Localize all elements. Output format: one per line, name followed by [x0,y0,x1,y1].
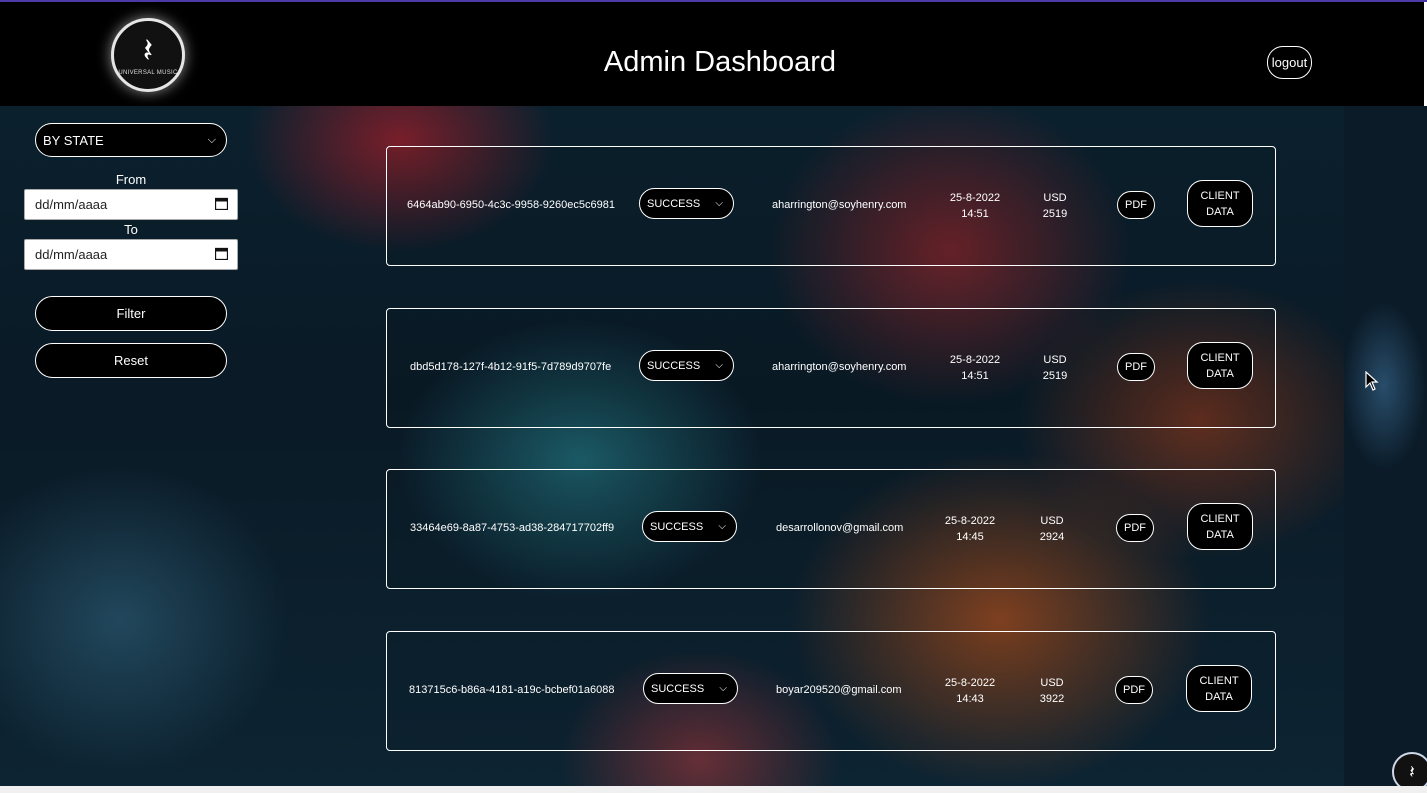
client-data-line1: CLIENT [1200,351,1240,364]
order-amount-value: 2519 [1042,208,1068,220]
order-card: 813715c6-b86a-4181-a19c-bcbef01a6088 SUC… [386,631,1276,751]
order-id: 33464e69-8a87-4753-ad38-284717702ff9 [410,522,615,534]
order-date-day: 25-8-2022 [944,677,996,689]
state-select-value: BY STATE [43,132,104,148]
status-value: SUCCESS [650,520,704,533]
status-select[interactable]: SUCCESS ⌵ [639,350,734,381]
client-data-line2: DATA [1206,528,1234,541]
order-currency: USD [1043,192,1067,204]
order-email: aharrington@soyhenry.com [772,361,907,373]
client-data-line1: CLIENT [1200,189,1240,202]
chevron-down-icon: ⌵ [715,360,723,371]
order-date-day: 25-8-2022 [944,515,996,527]
client-data-button[interactable]: CLIENT DATA [1186,665,1252,712]
order-email: boyar209520@gmail.com [776,684,902,696]
client-data-line1: CLIENT [1199,674,1239,687]
status-select[interactable]: SUCCESS ⌵ [639,188,734,219]
logout-button[interactable]: logout [1267,46,1312,79]
to-date-placeholder: dd/mm/aaaa [35,247,108,262]
from-date-input[interactable]: dd/mm/aaaa [24,189,238,220]
order-date: 25-8-2022 14:51 [949,352,1001,384]
client-data-line2: DATA [1205,690,1233,703]
pdf-button[interactable]: PDF [1117,353,1155,381]
order-date: 25-8-2022 14:45 [944,513,996,545]
order-amount: USD 3922 [1036,675,1068,707]
calendar-icon[interactable] [215,247,228,260]
chevron-down-icon: ⌵ [718,521,726,532]
client-data-button[interactable]: CLIENT DATA [1187,342,1253,389]
order-date: 25-8-2022 14:51 [949,190,1001,222]
order-id: 6464ab90-6950-4c3c-9958-9260ec5c6981 [407,199,615,211]
order-amount-value: 2924 [1039,531,1065,543]
page-title: Admin Dashboard [603,46,837,78]
order-currency: USD [1040,677,1064,689]
client-data-line1: CLIENT [1200,512,1240,525]
mouse-pointer-icon [1365,371,1379,391]
from-date-placeholder: dd/mm/aaaa [35,197,108,212]
status-value: SUCCESS [651,682,705,695]
pdf-button[interactable]: PDF [1116,514,1154,542]
order-date: 25-8-2022 14:43 [944,675,996,707]
order-amount: USD 2924 [1036,513,1068,545]
top-header: 𝄽 UNIVERSAL MUSIC Admin Dashboard logout [0,2,1427,106]
order-card: 6464ab90-6950-4c3c-9958-9260ec5c6981 SUC… [386,146,1276,266]
order-date-day: 25-8-2022 [949,354,1001,366]
order-date-day: 25-8-2022 [949,192,1001,204]
order-email: desarrollonov@gmail.com [776,522,904,534]
order-amount-value: 2519 [1042,370,1068,382]
order-currency: USD [1040,515,1064,527]
pdf-button[interactable]: PDF [1117,191,1155,219]
order-date-time: 14:51 [961,370,989,382]
status-value: SUCCESS [647,359,701,372]
order-card: 33464e69-8a87-4753-ad38-284717702ff9 SUC… [386,469,1276,589]
order-date-time: 14:45 [956,531,984,543]
chevron-down-icon: ⌵ [207,134,216,146]
state-select[interactable]: BY STATE ⌵ [35,123,227,157]
client-data-line2: DATA [1206,205,1234,218]
from-label: From [115,172,147,187]
order-amount: USD 2519 [1039,190,1071,222]
chevron-down-icon: ⌵ [719,683,727,694]
order-card: dbd5d178-127f-4b12-91f5-7d789d9707fe SUC… [386,308,1276,428]
order-id: dbd5d178-127f-4b12-91f5-7d789d9707fe [410,361,612,373]
status-value: SUCCESS [647,197,701,210]
status-select[interactable]: SUCCESS ⌵ [642,511,737,542]
reset-button[interactable]: Reset [35,343,227,378]
order-date-time: 14:43 [956,693,984,705]
order-currency: USD [1043,354,1067,366]
chevron-down-icon: ⌵ [715,198,723,209]
order-amount: USD 2519 [1039,352,1071,384]
order-email: aharrington@soyhenry.com [772,199,907,211]
status-select[interactable]: SUCCESS ⌵ [643,673,738,704]
order-id: 813715c6-b86a-4181-a19c-bcbef01a6088 [409,684,615,696]
pdf-button[interactable]: PDF [1115,676,1153,704]
order-amount-value: 3922 [1039,693,1065,705]
filter-button[interactable]: Filter [35,296,227,331]
client-data-line2: DATA [1206,367,1234,380]
client-data-button[interactable]: CLIENT DATA [1187,503,1253,550]
bottom-scrollbar[interactable] [0,786,1427,793]
to-label: To [124,222,138,237]
order-date-time: 14:51 [961,208,989,220]
client-data-button[interactable]: CLIENT DATA [1187,180,1253,227]
to-date-input[interactable]: dd/mm/aaaa [24,239,238,270]
calendar-icon[interactable] [215,197,228,210]
right-background-panel [1344,106,1427,786]
